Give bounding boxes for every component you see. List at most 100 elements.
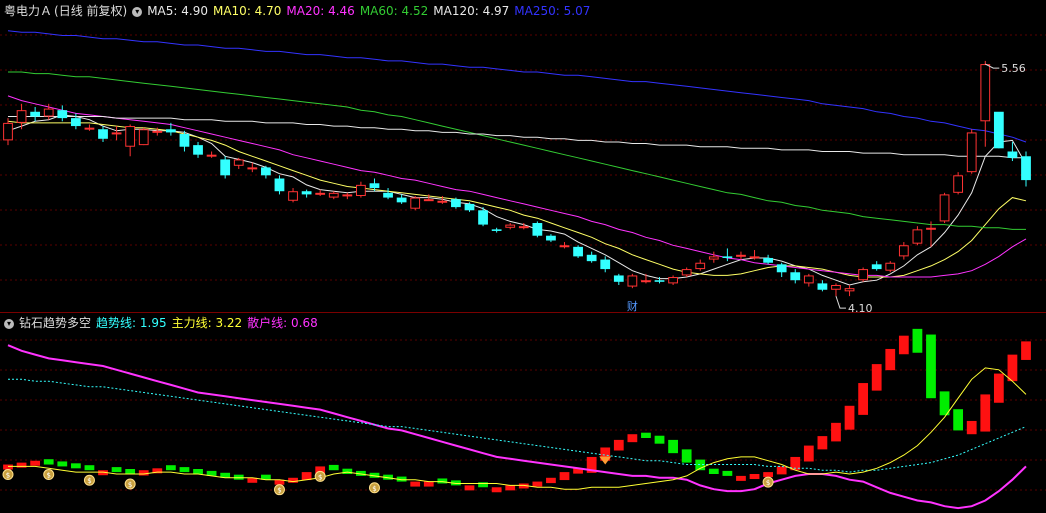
candle-body: [858, 269, 869, 281]
candle-body: [546, 235, 556, 241]
money-bag-glyph: $: [277, 487, 281, 495]
candle-body: [220, 159, 231, 176]
histogram-bar: [57, 461, 68, 467]
candle-body: [817, 283, 828, 290]
candle-body: [613, 275, 624, 282]
candle-body: [627, 275, 638, 287]
histogram-bar: [871, 364, 882, 391]
histogram-bar: [722, 470, 733, 476]
candle-body: [383, 192, 393, 198]
retail-line-label: 散户线: 0.68: [247, 316, 318, 330]
price-panel-grid: [0, 34, 1046, 313]
candle-body: [1007, 151, 1018, 158]
candle-body: [993, 111, 1004, 149]
candle-body: [885, 262, 896, 271]
candle-body: [261, 167, 271, 176]
histogram-bar: [668, 439, 678, 454]
candle-body: [288, 191, 298, 201]
histogram-bar: [30, 460, 41, 466]
histogram-bar: [613, 439, 624, 451]
candle-body: [708, 256, 719, 260]
ma20-label: MA20: 4.46: [286, 4, 355, 18]
money-bag-glyph: $: [128, 481, 132, 489]
candle-body: [749, 256, 760, 259]
ma120-line: [8, 116, 1026, 159]
histogram-bar: [953, 409, 964, 431]
histogram-bar: [423, 481, 434, 487]
price-legend: 粤电力Ａ (日线 前复权) ▾ MA5: 4.90 MA10: 4.70 MA20: 4.…: [4, 3, 595, 19]
histogram-bar: [926, 334, 936, 399]
settings-toggle-icon[interactable]: ▾: [132, 6, 143, 17]
indicator-legend: ▾ 钻石趋势多空 趋势线: 1.95 主力线: 3.22 散户线: 0.68: [4, 315, 323, 331]
ma20-line: [7, 95, 1027, 278]
histogram-bar: [179, 467, 190, 473]
histogram-bar: [627, 434, 638, 443]
candle-body: [247, 167, 258, 170]
candle-body: [600, 259, 611, 270]
histogram-bar: [342, 468, 353, 474]
main-line-label: 主力线: 3.22: [171, 316, 243, 330]
histogram-bar: [1021, 341, 1031, 360]
histogram-bar: [546, 477, 556, 484]
candle-body: [274, 178, 285, 192]
candle-body: [871, 264, 882, 270]
candle-body: [342, 194, 353, 197]
indicator-name: 钻石趋势多空: [19, 316, 92, 330]
ma60-label: MA60: 4.52: [359, 4, 429, 18]
histogram-bar: [681, 449, 692, 463]
candle-body: [586, 254, 597, 262]
histogram-bar: [165, 465, 176, 471]
candle-body: [193, 145, 203, 155]
candle-body: [1021, 156, 1031, 181]
histogram-bar: [532, 481, 543, 487]
candle-body: [111, 132, 122, 135]
candle-body: [30, 111, 41, 117]
candle-body: [328, 192, 339, 198]
candle-body: [179, 134, 190, 147]
candle-body: [790, 272, 801, 281]
trend-line-label: 趋势线: 1.95: [96, 316, 167, 330]
candle-body: [43, 108, 54, 117]
candle-body: [831, 284, 841, 290]
histogram-bar: [736, 475, 746, 481]
candle-body: [98, 129, 108, 139]
candle-body: [125, 126, 136, 147]
money-bag-glyph: $: [318, 473, 322, 481]
candle-body: [505, 224, 516, 228]
candle-body: [776, 264, 787, 273]
candle-body: [478, 210, 488, 225]
candle-body: [423, 199, 434, 202]
candle-body: [437, 200, 448, 203]
money-bag-glyph: $: [766, 479, 770, 487]
histogram-bar: [776, 466, 787, 475]
stock-chart[interactable]: 5.56 4.10 财 $ $ $ $ $ $ $ $: [0, 0, 1046, 513]
histogram-bar: [3, 464, 13, 470]
candle-body: [803, 275, 814, 284]
ma120-label: MA120: 4.97: [433, 4, 510, 18]
ma10-line: [7, 120, 1027, 278]
money-bag-glyph: $: [46, 472, 50, 480]
ma250-label: MA250: 5.07: [514, 4, 591, 18]
histogram-bar: [233, 474, 244, 480]
event-marker: 财: [627, 299, 638, 313]
candle-body: [532, 223, 543, 236]
candlesticks[interactable]: [3, 60, 1031, 297]
histogram-bar: [410, 481, 421, 487]
candle-body: [165, 129, 176, 133]
candle-body: [573, 246, 583, 257]
candle-body: [518, 226, 529, 229]
candle-body: [3, 122, 13, 141]
candle-body: [451, 199, 461, 208]
histogram-bar: [885, 348, 896, 371]
histogram-bar: [898, 335, 909, 355]
low-pointer: [835, 295, 846, 309]
indicator-toggle-icon[interactable]: ▾: [4, 318, 14, 329]
ma5-label: MA5: 4.90: [147, 4, 208, 18]
candle-body: [939, 194, 950, 222]
candle-body: [369, 183, 380, 189]
high-price-label: 5.56: [1001, 62, 1026, 75]
histogram-bar: [1007, 354, 1018, 382]
candle-body: [980, 64, 991, 122]
money-bag-glyph: $: [372, 485, 376, 493]
candle-body: [410, 197, 421, 209]
